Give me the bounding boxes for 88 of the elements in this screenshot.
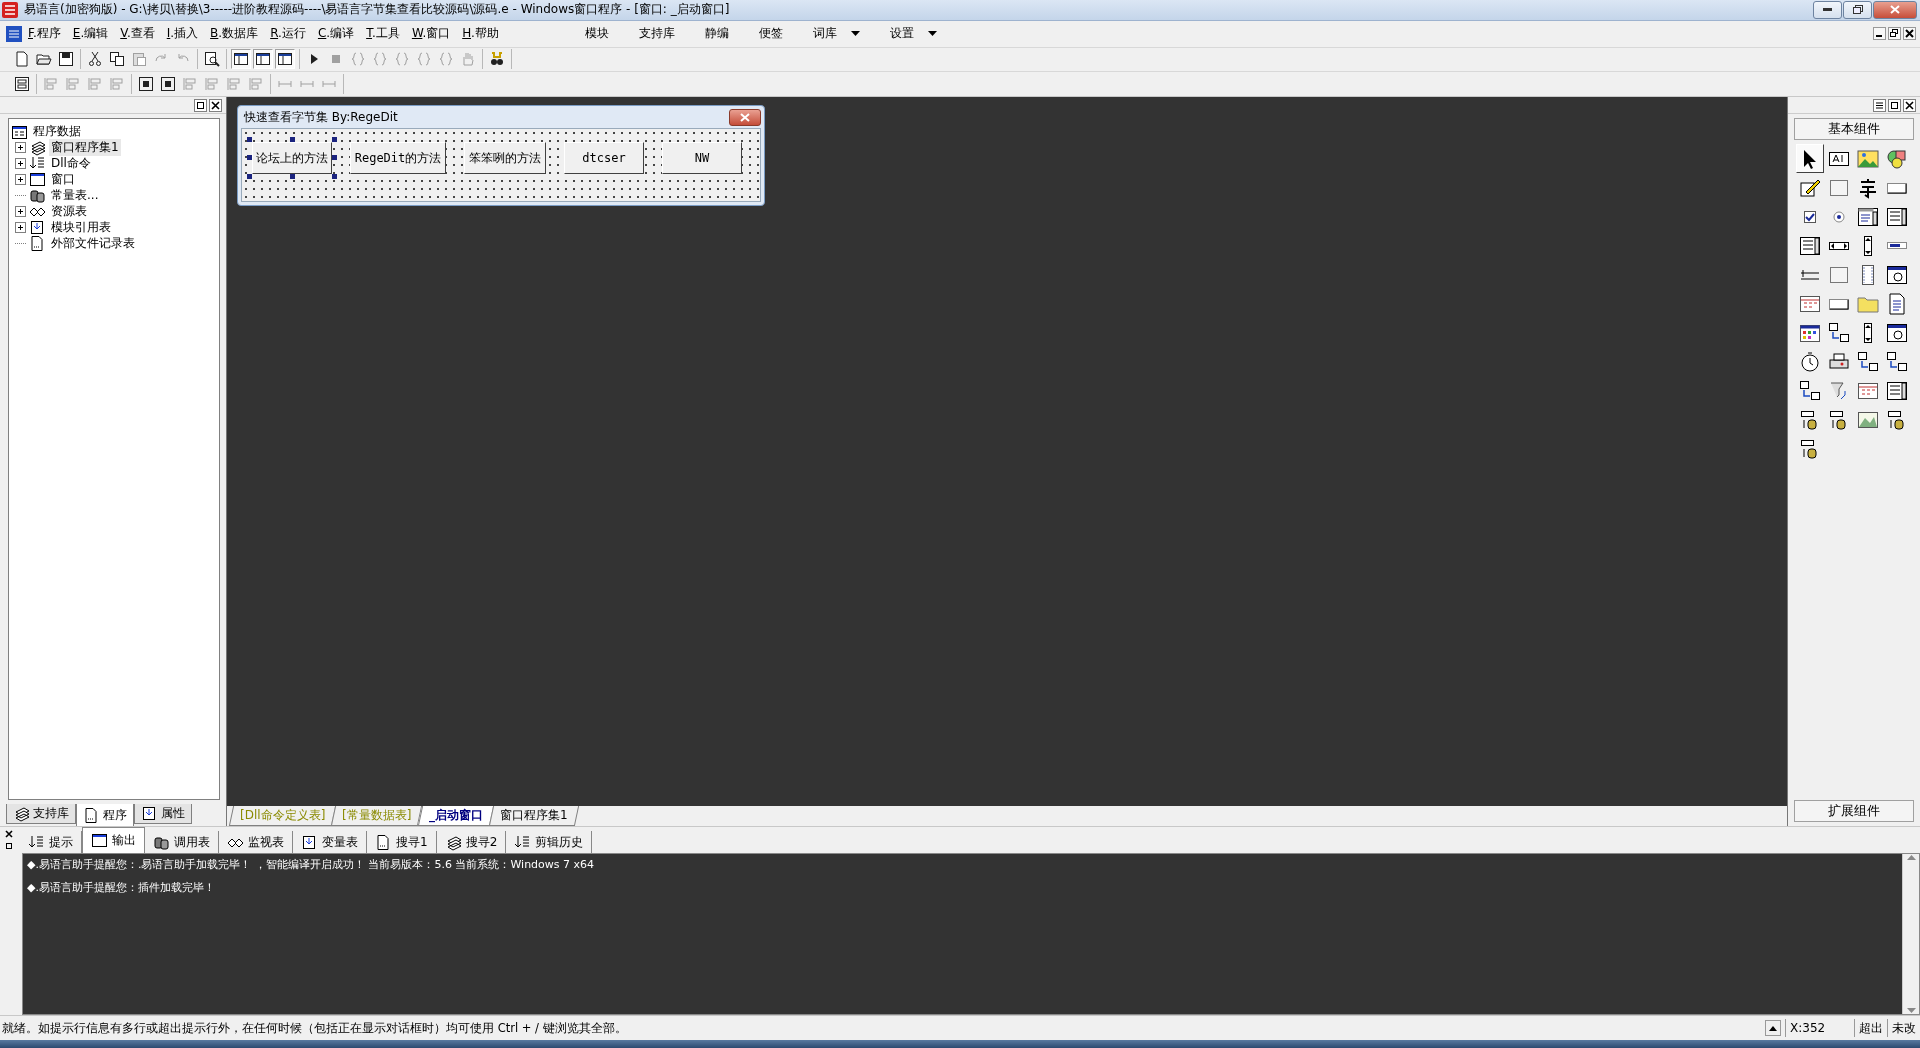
menu-item[interactable]: I.插入: [160, 25, 205, 43]
tree-item-icon: [301, 833, 318, 851]
restore-icon: [1852, 5, 1863, 15]
scrollbar[interactable]: [1902, 854, 1919, 1015]
tree-item-icon: [29, 218, 46, 236]
app-logo-icon: [2, 1, 18, 18]
tree-item-icon: [29, 170, 46, 188]
maximize-icon[interactable]: [1888, 98, 1901, 112]
close-icon[interactable]: [209, 98, 222, 112]
panel-tab[interactable]: 支持库: [6, 804, 76, 825]
form-button[interactable]: 笨笨咧的方法: [464, 142, 546, 175]
tree-item-icon: [91, 832, 108, 850]
status-message: 就绪。如提示行信息有多行或超出提示行外，在任何时候（包括正在显示对话框时）均可使用 Ctrl + / 键浏览其全部。: [1, 1020, 628, 1036]
document-icon: [6, 25, 22, 42]
output-line: ◆.易语言助手提醒您：.易语言助手加载完毕！ ，智能编译开启成功！ 当前易版本：5.6 当前系统：Windows 7 x64: [27, 857, 596, 874]
editor-tab[interactable]: 窗口程序集1: [488, 806, 579, 827]
menu-item[interactable]: C.编译: [311, 25, 361, 43]
dropdown-arrow-icon: [850, 31, 860, 37]
expand-icon[interactable]: [15, 157, 26, 169]
form-button[interactable]: NW: [662, 142, 742, 175]
tree-item-icon: [13, 805, 30, 823]
tree-item[interactable]: Dll命令: [49, 154, 93, 172]
modified-status: 未改: [1887, 1019, 1920, 1038]
panel-tab[interactable]: 属性: [134, 804, 192, 825]
scroll-up-icon[interactable]: [1906, 854, 1916, 861]
menu-item[interactable]: F.程序: [22, 25, 67, 43]
tree-item[interactable]: 外部文件记录表: [49, 234, 137, 252]
pointer-icon[interactable]: [1796, 144, 1824, 174]
menu-item[interactable]: 静编: [694, 25, 739, 43]
menu-item[interactable]: 模块: [574, 25, 619, 43]
menu-item[interactable]: T.工具: [360, 25, 406, 43]
panel-tab[interactable]: 程序: [76, 804, 134, 828]
close-button[interactable]: [1873, 0, 1917, 19]
maximize-button[interactable]: [1843, 0, 1872, 19]
window-title: 易语言(加密狗版) - G:\拷贝\替换\3-----进阶教程源码----\易语言字节集查看比较源码\源码.e - Windows窗口程序 - [窗口: _启动窗口]: [24, 1, 731, 19]
close-icon[interactable]: [1903, 27, 1916, 41]
menu-item[interactable]: B.数据库: [204, 25, 265, 43]
output-tab[interactable]: 输出: [82, 827, 145, 854]
close-icon: [740, 112, 750, 122]
form-button[interactable]: 论坛上的方法: [252, 142, 332, 175]
close-icon[interactable]: [1903, 98, 1916, 112]
expand-icon[interactable]: [15, 173, 26, 185]
tree-item-icon: [375, 833, 392, 851]
restore-icon[interactable]: [1888, 27, 1901, 41]
dropdown-arrow-icon: [927, 31, 937, 37]
editor-tab[interactable]: _启动窗口: [417, 806, 494, 827]
menu-item[interactable]: W.窗口: [405, 25, 457, 43]
menu-item[interactable]: V.查看: [114, 25, 161, 43]
tree-item-icon: [141, 805, 158, 823]
cursor-position: X:352: [1785, 1019, 1854, 1038]
close-icon: [1890, 5, 1900, 15]
toolbox-category-button[interactable]: 扩展组件: [1794, 800, 1914, 823]
tree-item[interactable]: 程序数据: [31, 122, 83, 140]
tree-item-icon: [83, 806, 100, 824]
minimize-icon: [1823, 7, 1832, 12]
menu-item[interactable]: 便签: [748, 25, 793, 43]
tree-item[interactable]: 资源表: [49, 202, 89, 220]
menu-item[interactable]: H.帮助: [456, 25, 505, 43]
menu-item[interactable]: 支持库: [628, 25, 685, 43]
tree-item[interactable]: 窗口程序集1: [49, 138, 121, 156]
expand-icon[interactable]: [15, 141, 26, 153]
maximize-icon[interactable]: [194, 98, 207, 112]
close-button[interactable]: [729, 108, 761, 126]
scroll-down-icon[interactable]: [1906, 1008, 1916, 1015]
minimize-button[interactable]: [1813, 0, 1842, 19]
menu-item[interactable]: E.编辑: [66, 25, 115, 43]
toolbox-category-button[interactable]: 基本组件: [1794, 118, 1914, 141]
form-button[interactable]: dtcser: [564, 142, 644, 175]
close-icon[interactable]: [4, 829, 14, 840]
output-line: ◆.易语言助手提醒您：插件加载完毕！: [27, 880, 216, 897]
tree-item[interactable]: 模块引用表: [49, 218, 113, 236]
expand-icon[interactable]: [15, 221, 26, 233]
menu-item[interactable]: 设置: [879, 25, 947, 43]
menu-item[interactable]: R.运行: [264, 25, 312, 43]
tree-item[interactable]: 窗口: [49, 170, 77, 188]
tree-item-icon: [29, 234, 46, 252]
form-button[interactable]: RegeDit的方法: [350, 142, 446, 175]
panel-icon[interactable]: [253, 49, 273, 70]
menu-icon[interactable]: [1873, 98, 1886, 112]
panel-icon[interactable]: [231, 49, 251, 70]
panel-icon[interactable]: [275, 49, 295, 70]
insert-mode: 超出: [1854, 1019, 1887, 1038]
form-title: 快速查看字节集 By:RegeDit: [244, 108, 398, 126]
menu-item[interactable]: 词库: [802, 25, 870, 43]
restore-icon[interactable]: [4, 841, 14, 852]
tree-item[interactable]: 常量表...: [49, 186, 101, 204]
minimize-icon[interactable]: [1873, 27, 1886, 41]
expand-icon[interactable]: [15, 205, 26, 217]
